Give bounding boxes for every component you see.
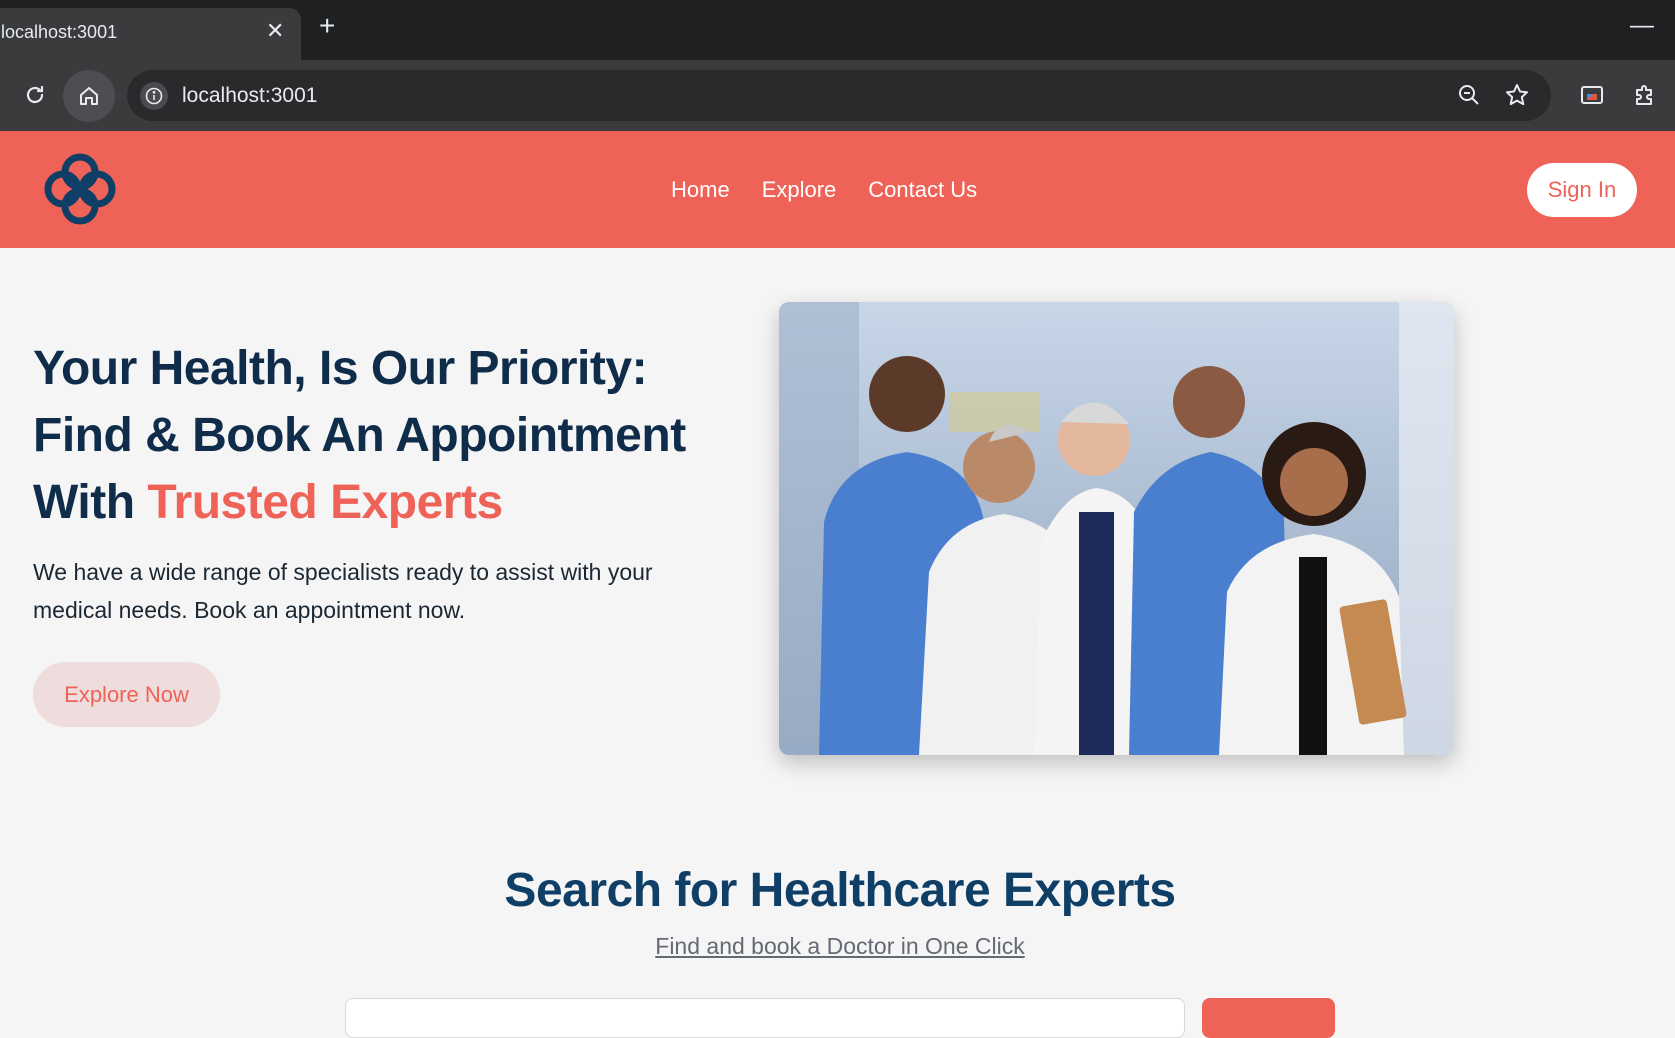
hero-title-accent: Trusted Experts <box>147 476 503 529</box>
zoom-icon[interactable] <box>1456 82 1482 113</box>
search-section-title: Search for Healthcare Experts <box>504 864 1176 917</box>
new-tab-icon[interactable]: + <box>319 12 335 40</box>
hero-description: We have a wide range of specialists read… <box>33 559 653 623</box>
reload-icon[interactable] <box>18 78 52 112</box>
logo-icon[interactable] <box>42 151 118 227</box>
main-nav: Home Explore Contact Us <box>671 177 977 203</box>
site-header: Home Explore Contact Us Sign In <box>0 131 1675 248</box>
tab-title: localhost:3001 <box>1 22 118 42</box>
url-text[interactable]: localhost:3001 <box>182 84 317 108</box>
extensions-puzzle-icon[interactable] <box>1628 78 1662 112</box>
minimize-icon[interactable]: — <box>1630 12 1654 40</box>
search-input[interactable] <box>345 998 1185 1038</box>
hero-title: Your Health, Is Our Priority: Find & Boo… <box>33 335 733 536</box>
bookmark-star-icon[interactable] <box>1504 82 1530 113</box>
nav-home[interactable]: Home <box>671 177 730 203</box>
address-bar[interactable]: localhost:3001 <box>127 70 1551 121</box>
home-icon[interactable] <box>63 70 115 122</box>
browser-toolbar: localhost:3001 <box>0 60 1675 131</box>
explore-now-button[interactable]: Explore Now <box>33 662 220 727</box>
nav-explore[interactable]: Explore <box>762 177 837 203</box>
search-button[interactable] <box>1202 998 1335 1038</box>
hero-title-line1: Your Health, Is Our Priority: <box>33 342 648 395</box>
hero-title-line2: Find & Book An Appointment <box>33 409 686 462</box>
browser-tab[interactable]: localhost:3001 ✕ <box>0 8 301 60</box>
tab-close-icon[interactable]: ✕ <box>266 18 284 44</box>
search-section-subtitle[interactable]: Find and book a Doctor in One Click <box>0 933 1675 960</box>
nav-contact-us[interactable]: Contact Us <box>868 177 977 203</box>
sign-in-button[interactable]: Sign In <box>1527 163 1637 217</box>
hero-doctors-image <box>779 302 1454 755</box>
site-info-icon[interactable] <box>140 82 168 110</box>
browser-tab-bar: localhost:3001 ✕ + — <box>0 0 1675 60</box>
profile-extension-icon[interactable] <box>1575 78 1609 112</box>
hero-title-line3: With <box>33 476 148 529</box>
